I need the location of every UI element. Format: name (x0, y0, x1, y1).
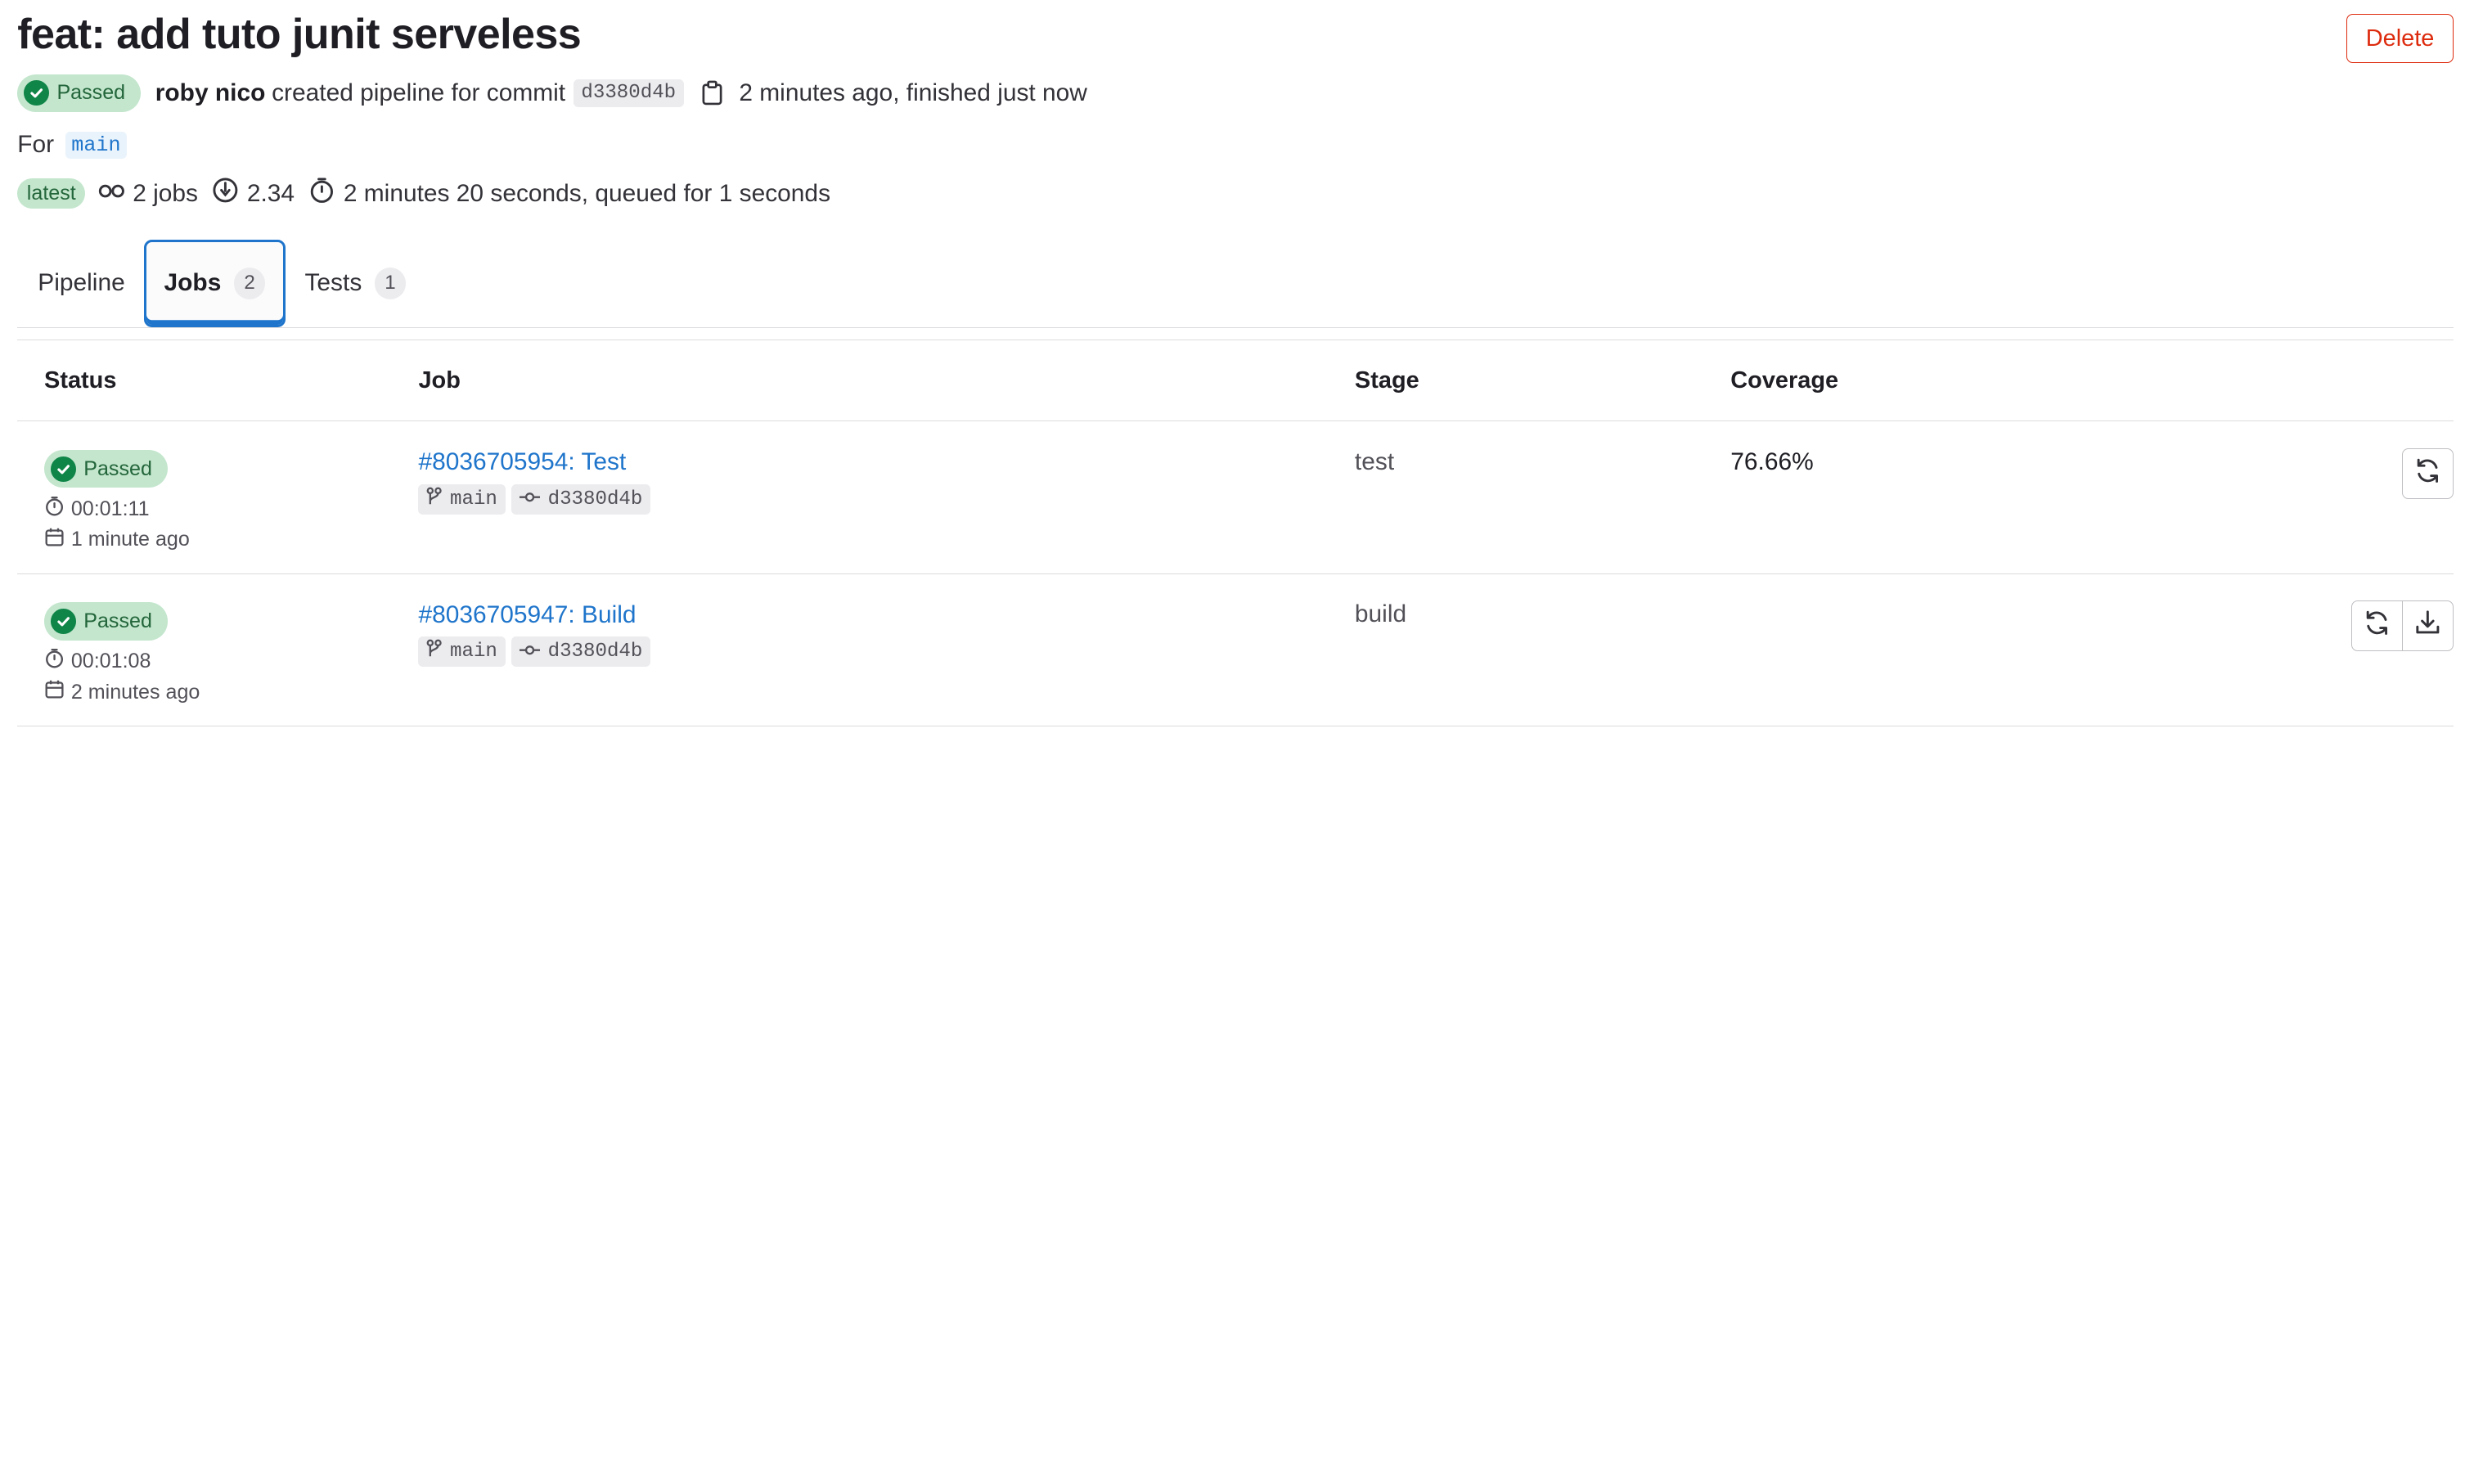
retry-icon (2413, 456, 2442, 491)
commit-icon (519, 641, 540, 663)
tab-label: Pipeline (38, 269, 125, 297)
job-finished: 2 minutes ago (44, 679, 200, 705)
commit-sha: d3380d4b (547, 640, 643, 663)
for-label: For (17, 131, 55, 159)
header-status: Status (44, 367, 117, 393)
status-badge[interactable]: Passed (44, 602, 169, 641)
delete-button[interactable]: Delete (2346, 14, 2454, 64)
calendar-icon (44, 679, 65, 705)
compute-usage: 2.34 (212, 177, 295, 210)
check-circle-icon (23, 80, 49, 106)
job-refs: main d3380d4b (418, 483, 650, 515)
job-link[interactable]: #8036705947: Build (418, 601, 636, 628)
job-coverage: 76.66% (1730, 448, 1814, 476)
table-header: Status Job Stage Coverage (17, 340, 2454, 422)
download-artifacts-button[interactable] (2401, 600, 2454, 652)
copy-icon[interactable] (699, 80, 725, 106)
commit-chip[interactable]: d3380d4b (511, 483, 650, 515)
timer-icon (44, 496, 65, 522)
tab-label: Tests (304, 269, 362, 297)
branch-chip[interactable]: main (418, 483, 506, 515)
timer-icon (44, 648, 65, 674)
timer-icon (308, 177, 335, 210)
job-status-cell: Passed 00:01:08 2 minutes ago (44, 602, 200, 705)
time-text: 2 minutes ago, finished just now (739, 79, 1087, 106)
retry-button[interactable] (2401, 448, 2454, 499)
job-stage: build (1354, 600, 1407, 628)
job-link[interactable]: #8036705954: Test (418, 448, 626, 475)
duration-text: 00:01:08 (70, 649, 151, 672)
latest-badge: latest (17, 178, 86, 209)
duration-text: 00:01:11 (70, 497, 150, 520)
pipeline-info: latest 2 jobs 2.34 2 minutes 20 seconds,… (17, 177, 830, 210)
commit-sha-link[interactable]: d3380d4b (573, 79, 684, 108)
status-label: Passed (83, 456, 152, 480)
table-row: Passed 00:01:08 2 minutes ago #803670594… (17, 574, 2454, 726)
branch-chip[interactable]: main (418, 636, 506, 667)
header-stage: Stage (1354, 367, 1419, 393)
branch-name: main (450, 488, 497, 510)
download-icon (2413, 609, 2442, 643)
retry-icon (2363, 609, 2391, 643)
job-cell: #8036705954: Test main d3380d4b (418, 447, 650, 515)
job-status-cell: Passed 00:01:11 1 minute ago (44, 450, 190, 553)
status-badge[interactable]: Passed (44, 450, 169, 488)
status-label: Passed (83, 609, 152, 633)
status-badge[interactable]: Passed (17, 74, 142, 113)
branch-link[interactable]: main (65, 131, 128, 159)
compute-icon (212, 177, 239, 210)
author-link[interactable]: roby nico (155, 79, 266, 107)
tab-tests[interactable]: Tests 1 (304, 240, 407, 326)
commit-chip[interactable]: d3380d4b (511, 636, 650, 667)
branch-name: main (450, 640, 497, 663)
job-actions (2401, 448, 2454, 499)
jobs-table: Status Job Stage Coverage Passed 00:01:1… (17, 339, 2454, 726)
pipeline-tabs: Pipeline Jobs 2 Tests 1 (17, 240, 2454, 328)
commit-sha: d3380d4b (547, 488, 643, 510)
check-circle-icon (50, 609, 76, 634)
job-duration: 00:01:08 (44, 648, 200, 674)
tab-label: Jobs (164, 269, 222, 297)
jobs-count-text: 2 jobs (133, 179, 199, 207)
job-refs: main d3380d4b (418, 636, 650, 667)
status-label: Passed (56, 81, 126, 105)
header-job: Job (418, 367, 461, 393)
ref-row: For main (17, 131, 128, 159)
finished-text: 1 minute ago (70, 528, 190, 551)
branch-icon (426, 487, 442, 512)
retry-button[interactable] (2350, 600, 2404, 652)
job-finished: 1 minute ago (44, 527, 190, 553)
job-stage: test (1354, 448, 1395, 476)
tab-pipeline[interactable]: Pipeline (17, 240, 146, 326)
created-text: created pipeline for commit (272, 79, 566, 106)
pipeline-meta: Passed roby nico created pipeline for co… (17, 74, 1087, 113)
pipeline-icon (98, 180, 125, 208)
finished-text: 2 minutes ago (70, 680, 200, 704)
job-duration: 00:01:11 (44, 496, 190, 522)
check-circle-icon (50, 456, 76, 482)
tab-count: 2 (233, 268, 266, 299)
compute-text: 2.34 (246, 179, 295, 207)
branch-icon (426, 639, 442, 664)
commit-icon (519, 488, 540, 510)
header-coverage: Coverage (1730, 367, 1839, 393)
duration: 2 minutes 20 seconds, queued for 1 secon… (308, 177, 830, 210)
duration-text: 2 minutes 20 seconds, queued for 1 secon… (343, 179, 831, 207)
table-row: Passed 00:01:11 1 minute ago #8036705954… (17, 421, 2454, 574)
job-actions (2350, 600, 2454, 652)
calendar-icon (44, 527, 65, 553)
tab-count: 1 (374, 268, 407, 299)
job-cell: #8036705947: Build main d3380d4b (418, 600, 650, 667)
page-title: feat: add tuto junit serveless (17, 10, 582, 58)
jobs-count: 2 jobs (98, 180, 198, 208)
tab-jobs[interactable]: Jobs 2 (143, 240, 286, 327)
pipeline-page: feat: add tuto junit serveless Delete Pa… (0, 0, 2474, 1484)
